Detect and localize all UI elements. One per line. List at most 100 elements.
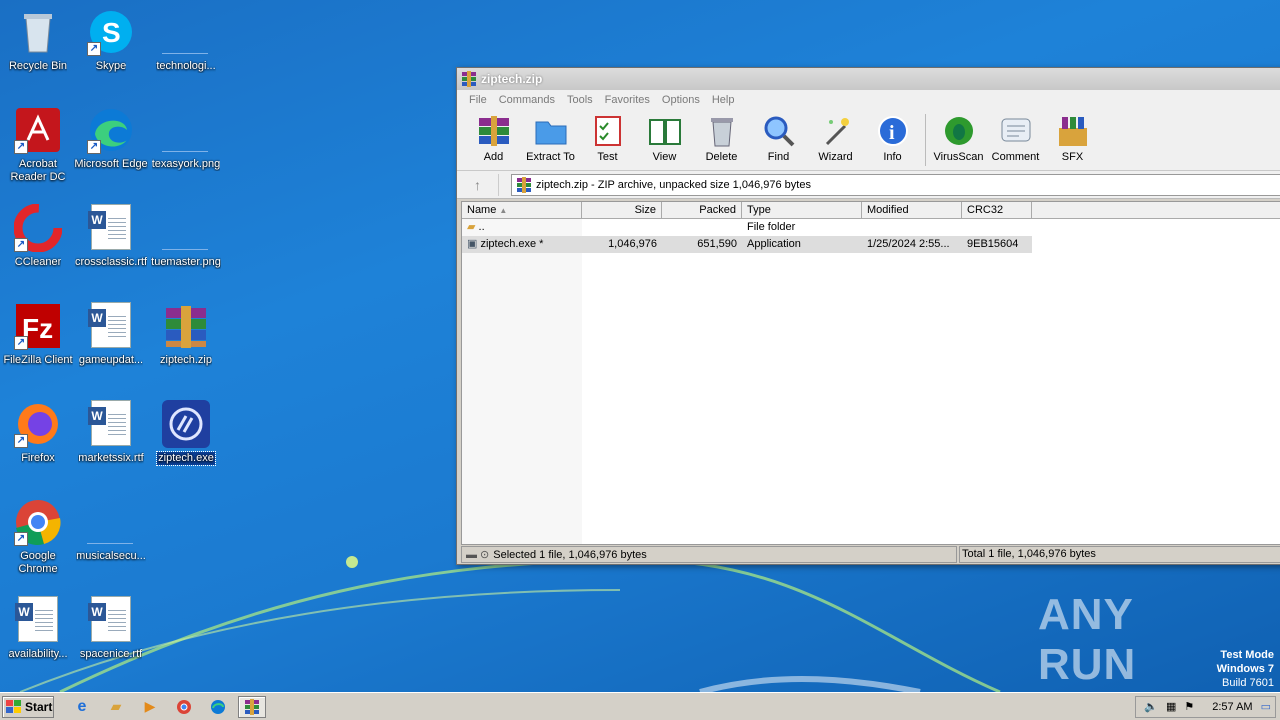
shortcut-arrow-icon: ↗ xyxy=(87,140,101,154)
taskbar-explorer[interactable]: ▰ xyxy=(102,696,130,718)
view-button[interactable]: View xyxy=(636,114,693,170)
desktop-icon-skype[interactable]: S ↗ Skype xyxy=(73,2,149,94)
desktop-icon-gameupdat[interactable]: W gameupdat... xyxy=(73,296,149,388)
desktop-icon-chrome[interactable]: ↗ Google Chrome xyxy=(0,492,76,584)
menu-favorites[interactable]: Favorites xyxy=(599,94,656,106)
desktop-icon-crossclassic[interactable]: W crossclassic.rtf xyxy=(73,198,149,290)
menu-commands[interactable]: Commands xyxy=(493,94,561,106)
taskbar-winrar[interactable] xyxy=(238,695,266,718)
find-button[interactable]: Find xyxy=(750,114,807,170)
skype-icon: S ↗ xyxy=(87,8,135,56)
word-document-icon: W xyxy=(15,596,58,642)
desktop-icon-recycle-bin[interactable]: Recycle Bin xyxy=(0,2,76,94)
desktop-icon-ziptech-exe[interactable]: ziptech.exe xyxy=(148,394,224,486)
desktop-icon-marketssix[interactable]: W marketssix.rtf xyxy=(73,394,149,486)
desktop-icon-edge[interactable]: ↗ Microsoft Edge xyxy=(73,100,149,192)
sfx-box-icon xyxy=(1056,114,1090,148)
svg-text:S: S xyxy=(102,17,121,48)
word-document-icon: W xyxy=(88,204,131,250)
checklist-icon xyxy=(591,114,625,148)
delete-button[interactable]: Delete xyxy=(693,114,750,170)
taskbar-chrome[interactable] xyxy=(170,696,198,718)
winrar-icon xyxy=(517,176,531,193)
winrar-archive-icon xyxy=(162,302,210,350)
shortcut-arrow-icon: ↗ xyxy=(87,42,101,56)
desktop-icon-technologi[interactable]: technologi... xyxy=(148,2,224,94)
blank-file-icon xyxy=(162,212,208,250)
status-total: Total 1 file, 1,046,976 bytes xyxy=(959,546,1280,563)
shortcut-arrow-icon: ↗ xyxy=(14,238,28,252)
folder-icon: ▰ xyxy=(467,221,476,233)
menu-options[interactable]: Options xyxy=(656,94,706,106)
menu-file[interactable]: File xyxy=(463,94,493,106)
menu-tools[interactable]: Tools xyxy=(561,94,599,106)
desktop-icon-texasyork[interactable]: texasyork.png xyxy=(148,100,224,192)
desktop-icon-filezilla[interactable]: Fz ↗ FileZilla Client xyxy=(0,296,76,388)
anyrun-watermark: ANY RUN xyxy=(1038,590,1137,689)
winrar-icon xyxy=(462,71,476,87)
taskbar-media-player[interactable]: ▶ xyxy=(136,696,164,718)
sfx-button[interactable]: SFX xyxy=(1044,114,1101,170)
window-titlebar[interactable]: ziptech.zip xyxy=(457,68,1280,90)
internet-explorer-icon: e xyxy=(77,697,87,715)
taskbar-edge[interactable] xyxy=(204,696,232,718)
folder-icon xyxy=(534,114,568,148)
column-type[interactable]: Type xyxy=(742,202,862,219)
test-button[interactable]: Test xyxy=(579,114,636,170)
taskbar: Start e ▰ ▶ 🔈 ▦ ⚑ 2:57 AM ▭ xyxy=(0,692,1280,720)
up-arrow-icon[interactable]: ↑ xyxy=(457,173,499,196)
edge-icon: ↗ xyxy=(87,106,135,154)
column-packed[interactable]: Packed xyxy=(662,202,742,219)
test-mode-text: Test Mode Windows 7 Build 7601 xyxy=(1216,649,1274,689)
add-button[interactable]: Add xyxy=(465,114,522,170)
folder-icon: ▰ xyxy=(110,698,122,714)
desktop-icon-ziptech-zip[interactable]: ziptech.zip xyxy=(148,296,224,388)
info-button[interactable]: i Info xyxy=(864,114,921,170)
start-button[interactable]: Start xyxy=(2,695,54,718)
firefox-icon: ↗ xyxy=(14,400,62,448)
volume-icon[interactable]: 🔈 xyxy=(1144,700,1158,713)
magic-wand-icon xyxy=(819,114,853,148)
table-row[interactable]: ▣ ziptech.exe * 1,046,976 651,590 Applic… xyxy=(462,236,1032,253)
address-field[interactable]: ziptech.zip - ZIP archive, unpacked size… xyxy=(511,173,1280,196)
comment-button[interactable]: Comment xyxy=(987,114,1044,170)
column-size[interactable]: Size xyxy=(582,202,662,219)
blank-file-icon xyxy=(162,114,208,152)
word-document-icon: W xyxy=(88,302,131,348)
desktop-icon-acrobat[interactable]: ↗ Acrobat Reader DC xyxy=(0,100,76,192)
network-icon[interactable]: ▦ xyxy=(1166,700,1176,713)
column-modified[interactable]: Modified xyxy=(862,202,962,219)
virusscan-button[interactable]: VirusScan xyxy=(930,114,987,170)
desktop-icon-ccleaner[interactable]: ↗ CCleaner xyxy=(0,198,76,290)
show-desktop-icon[interactable]: ▭ xyxy=(1261,700,1271,713)
clock[interactable]: 2:57 AM xyxy=(1212,701,1252,713)
desktop-icon-spacenice[interactable]: W spacenice.rtf xyxy=(73,590,149,682)
book-icon xyxy=(648,114,682,148)
address-text: ziptech.zip - ZIP archive, unpacked size… xyxy=(536,178,811,191)
magnifier-icon xyxy=(762,114,796,148)
column-headers: Name ▲ Size Packed Type Modified CRC32 xyxy=(462,202,1280,219)
action-center-flag-icon[interactable]: ⚑ xyxy=(1184,700,1194,713)
desktop-icon-availability[interactable]: W availability... xyxy=(0,590,76,682)
winrar-window[interactable]: ziptech.zip File Commands Tools Favorite… xyxy=(456,67,1280,565)
window-title: ziptech.zip xyxy=(481,72,543,86)
filezilla-icon: Fz ↗ xyxy=(14,302,62,350)
bug-icon xyxy=(942,114,976,148)
taskbar-ie[interactable]: e xyxy=(68,696,96,718)
table-row[interactable]: ▰ .. File folder xyxy=(462,219,1280,236)
desktop-icon-tuemaster[interactable]: tuemaster.png xyxy=(148,198,224,290)
chrome-icon: ↗ xyxy=(14,498,62,546)
wizard-button[interactable]: Wizard xyxy=(807,114,864,170)
desktop-icon-firefox[interactable]: ↗ Firefox xyxy=(0,394,76,486)
media-player-icon: ▶ xyxy=(144,698,156,714)
column-crc32[interactable]: CRC32 xyxy=(962,202,1032,219)
menu-help[interactable]: Help xyxy=(706,94,741,106)
column-name[interactable]: Name ▲ xyxy=(462,202,582,219)
application-icon: ▣ xyxy=(467,238,478,250)
system-tray: 🔈 ▦ ⚑ 2:57 AM ▭ xyxy=(1135,695,1276,718)
menu-bar: File Commands Tools Favorites Options He… xyxy=(457,90,1280,109)
extract-to-button[interactable]: Extract To xyxy=(522,114,579,170)
file-list[interactable]: Name ▲ Size Packed Type Modified CRC32 ▰… xyxy=(461,201,1280,545)
blank-file-icon xyxy=(162,16,208,54)
desktop-icon-musicalsecu[interactable]: musicalsecu... xyxy=(73,492,149,584)
